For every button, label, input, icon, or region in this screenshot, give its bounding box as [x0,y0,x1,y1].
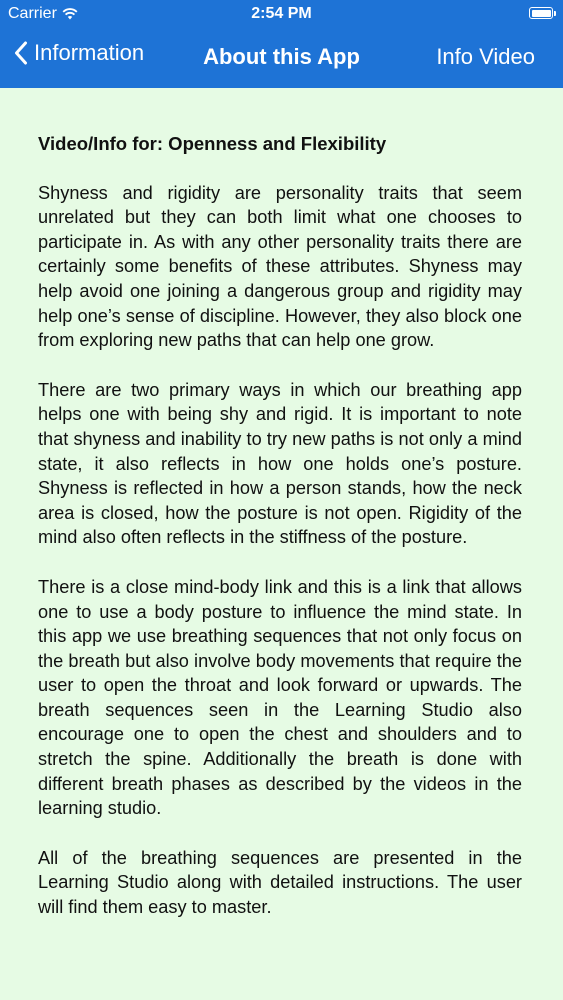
navigation-bar: Information About this App Info Video [0,30,563,88]
article-content: Video/Info for: Openness and Flexibility… [38,132,522,945]
battery-level [531,9,551,17]
status-bar: Carrier 2:54 PM [0,0,563,30]
status-time: 2:54 PM [251,5,312,22]
article-heading: Video/Info for: Openness and Flexibility [38,133,387,154]
article-paragraph: There are two primary ways in which our … [38,379,522,548]
battery-icon [529,7,556,19]
article-paragraph: All of the breathing sequences are prese… [38,847,522,918]
info-video-button[interactable]: Info Video [436,44,535,70]
article-paragraph: Shyness and rigidity are personality tra… [38,182,522,351]
navigation-header: Carrier 2:54 PM Information About this A… [0,0,563,88]
article-paragraph: There is a close mind-body link and this… [38,576,522,819]
